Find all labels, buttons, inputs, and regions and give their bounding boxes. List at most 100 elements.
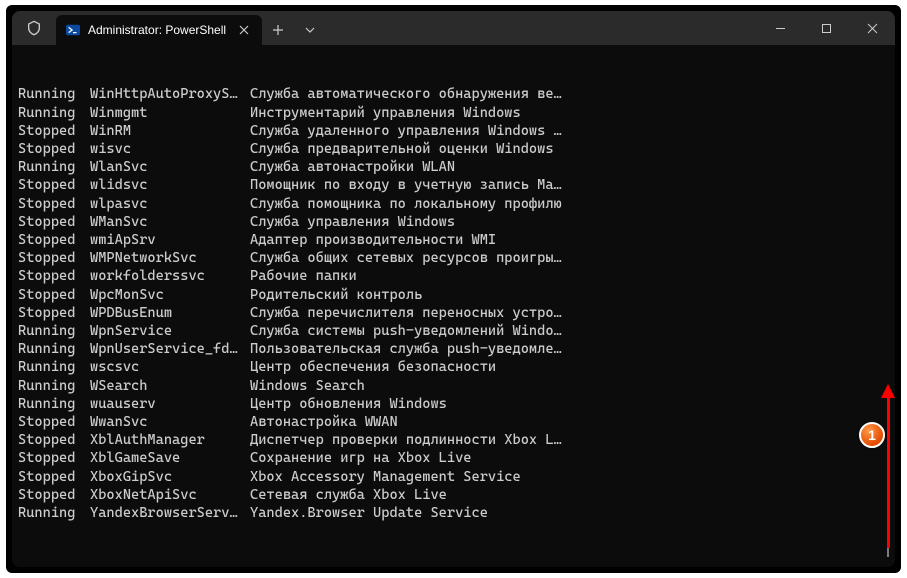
service-description: Служба системы push-уведомлений Windo… (250, 322, 889, 340)
service-row: StoppedXboxNetApiSvcСетевая служба Xbox … (18, 486, 889, 504)
titlebar[interactable]: Administrator: PowerShell (12, 11, 895, 45)
service-name: WSearch (90, 377, 250, 395)
service-row: StoppedWPDBusEnumСлужба перечислителя пе… (18, 304, 889, 322)
service-name: YandexBrowserServ… (90, 504, 250, 522)
service-row: StoppedXblGameSaveСохранение игр на Xbox… (18, 449, 889, 467)
service-name: WpcMonSvc (90, 286, 250, 304)
tab-dropdown-button[interactable] (294, 15, 326, 45)
service-description: Центр обеспечения безопасности (250, 358, 889, 376)
service-status: Stopped (18, 176, 90, 194)
service-status: Running (18, 340, 90, 358)
service-row: RunningYandexBrowserServ…Yandex.Browser … (18, 504, 889, 522)
service-name: WinHttpAutoProxyS… (90, 85, 250, 103)
service-name: WinRM (90, 122, 250, 140)
service-name: wuauserv (90, 395, 250, 413)
new-tab-button[interactable] (262, 15, 294, 45)
service-status: Stopped (18, 304, 90, 322)
service-name: WwanSvc (90, 413, 250, 431)
close-button[interactable] (849, 11, 895, 45)
service-row: StoppedXboxGipSvcXbox Accessory Manageme… (18, 468, 889, 486)
service-name: XboxGipSvc (90, 468, 250, 486)
service-name: WpnService (90, 322, 250, 340)
service-row: RunningWpnUserService_fd…Пользовательска… (18, 340, 889, 358)
shield-icon (12, 11, 56, 45)
titlebar-drag-region[interactable] (326, 11, 757, 45)
service-row: RunningWinHttpAutoProxyS…Служба автомати… (18, 85, 889, 103)
service-row: RunningWSearchWindows Search (18, 377, 889, 395)
service-status: Running (18, 358, 90, 376)
service-name: wlpasvc (90, 195, 250, 213)
service-row: StoppedWMPNetworkSvcСлужба общих сетевых… (18, 249, 889, 267)
service-description: Родительский контроль (250, 286, 889, 304)
service-status: Running (18, 504, 90, 522)
service-status: Running (18, 395, 90, 413)
service-description: Служба перечислителя переносных устро… (250, 304, 889, 322)
window-frame: Administrator: PowerShell (6, 5, 901, 573)
service-description: Windows Search (250, 377, 889, 395)
service-name: wmiApSrv (90, 231, 250, 249)
service-row: StoppedwisvcСлужба предварительной оценк… (18, 140, 889, 158)
service-status: Running (18, 377, 90, 395)
service-description: Центр обновления Windows (250, 395, 889, 413)
terminal-window: Administrator: PowerShell (12, 11, 895, 567)
service-status: Stopped (18, 449, 90, 467)
service-status: Stopped (18, 231, 90, 249)
service-status: Running (18, 85, 90, 103)
service-row: StoppedworkfolderssvcРабочие папки (18, 267, 889, 285)
service-row: StoppedwmiApSrvАдаптер производительност… (18, 231, 889, 249)
service-name: XboxNetApiSvc (90, 486, 250, 504)
service-description: Сетевая служба Xbox Live (250, 486, 889, 504)
service-row: StoppedwlpasvcСлужба помощника по локаль… (18, 195, 889, 213)
service-name: XblAuthManager (90, 431, 250, 449)
service-status: Stopped (18, 486, 90, 504)
service-status: Stopped (18, 140, 90, 158)
service-row: StoppedWwanSvcАвтонастройка WWAN (18, 413, 889, 431)
service-description: Инструментарий управления Windows (250, 104, 889, 122)
service-status: Stopped (18, 122, 90, 140)
service-status: Stopped (18, 413, 90, 431)
service-name: Winmgmt (90, 104, 250, 122)
service-name: WPDBusEnum (90, 304, 250, 322)
service-description: Служба помощника по локальному профилю (250, 195, 889, 213)
maximize-button[interactable] (803, 11, 849, 45)
service-row: RunningWlanSvcСлужба автонастройки WLAN (18, 158, 889, 176)
service-description: Помощник по входу в учетную запись Ma… (250, 176, 889, 194)
scrollbar-thumb[interactable] (887, 523, 889, 557)
tab-title: Administrator: PowerShell (88, 24, 226, 36)
service-name: workfolderssvc (90, 267, 250, 285)
service-name: WlanSvc (90, 158, 250, 176)
service-description: Рабочие папки (250, 267, 889, 285)
service-name: XblGameSave (90, 449, 250, 467)
service-name: wisvc (90, 140, 250, 158)
service-description: Адаптер производительности WMI (250, 231, 889, 249)
service-status: Stopped (18, 431, 90, 449)
service-name: WpnUserService_fd… (90, 340, 250, 358)
service-status: Stopped (18, 213, 90, 231)
service-name: wlidsvc (90, 176, 250, 194)
service-description: Служба предварительной оценки Windows (250, 140, 889, 158)
terminal-output[interactable]: RunningWinHttpAutoProxyS…Служба автомати… (12, 45, 895, 567)
service-status: Stopped (18, 195, 90, 213)
service-description: Служба автоматического обнаружения ве… (250, 85, 889, 103)
service-row: RunningwscsvcЦентр обеспечения безопасно… (18, 358, 889, 376)
service-name: wscsvc (90, 358, 250, 376)
minimize-button[interactable] (757, 11, 803, 45)
service-status: Running (18, 104, 90, 122)
service-status: Running (18, 158, 90, 176)
service-description: Служба управления Windows (250, 213, 889, 231)
service-status: Stopped (18, 267, 90, 285)
service-row: RunningWinmgmtИнструментарий управления … (18, 104, 889, 122)
service-row: StoppedWinRMСлужба удаленного управления… (18, 122, 889, 140)
service-row: RunningwuauservЦентр обновления Windows (18, 395, 889, 413)
tab-close-button[interactable] (234, 20, 254, 40)
service-description: Yandex.Browser Update Service (250, 504, 889, 522)
service-row: StoppedwlidsvcПомощник по входу в учетну… (18, 176, 889, 194)
service-status: Stopped (18, 249, 90, 267)
service-description: Пользовательская служба push-уведомле… (250, 340, 889, 358)
service-name: WMPNetworkSvc (90, 249, 250, 267)
tab-powershell[interactable]: Administrator: PowerShell (56, 15, 262, 45)
powershell-icon (66, 23, 80, 37)
service-status: Stopped (18, 286, 90, 304)
service-row: StoppedWpcMonSvcРодительский контроль (18, 286, 889, 304)
service-description: Служба удаленного управления Windows … (250, 122, 889, 140)
